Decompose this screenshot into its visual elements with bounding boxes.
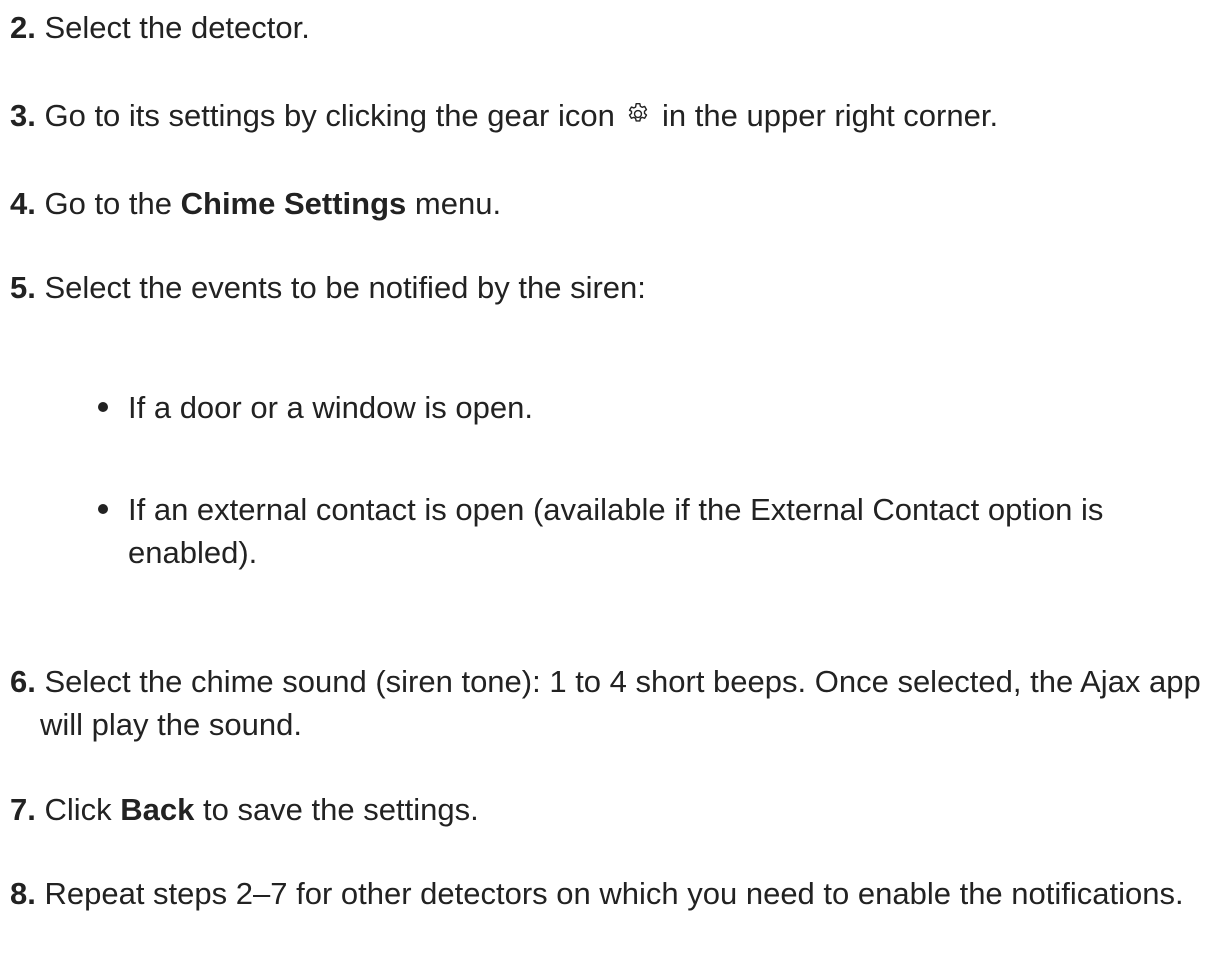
- step-text: Select the detector.: [35, 10, 310, 45]
- step-text: Select the events to be notified by the …: [35, 270, 646, 305]
- step-text-before: Go to the: [35, 186, 181, 221]
- step-text: Select the chime sound (siren tone): 1 t…: [35, 664, 1201, 742]
- bullet-dot: [98, 402, 108, 412]
- gear-icon: [625, 101, 651, 127]
- bullet-dot: [98, 504, 108, 514]
- step-text-after: in the upper right corner.: [653, 98, 999, 133]
- step-3: 3. Go to its settings by clicking the ge…: [10, 94, 1213, 137]
- step-number: 7.: [10, 792, 36, 827]
- step-text: Repeat steps 2–7 for other detectors on …: [35, 876, 1184, 911]
- step-text-after: menu.: [406, 186, 502, 221]
- step-text-before: Go to its settings by clicking the gear …: [35, 98, 624, 133]
- step-4: 4. Go to the Chime Settings menu.: [10, 182, 1213, 225]
- back-button-name: Back: [120, 792, 195, 827]
- step-number: 2.: [10, 10, 36, 45]
- step-number: 5.: [10, 270, 36, 305]
- list-item-text: If a door or a window is open.: [128, 390, 533, 425]
- list-item: If a door or a window is open.: [98, 386, 1213, 429]
- list-item: If an external contact is open (availabl…: [98, 488, 1213, 574]
- step-7: 7. Click Back to save the settings.: [10, 788, 1213, 831]
- step-text-after: to save the settings.: [194, 792, 479, 827]
- step-6: 6. Select the chime sound (siren tone): …: [10, 660, 1213, 746]
- chime-settings-menu-name: Chime Settings: [180, 186, 407, 221]
- step-number: 3.: [10, 98, 36, 133]
- step-5: 5. Select the events to be notified by t…: [10, 266, 1213, 309]
- instructions-document: 2. Select the detector. 3. Go to its set…: [0, 0, 1223, 953]
- step-text-before: Click: [35, 792, 121, 827]
- step-2: 2. Select the detector.: [10, 6, 1213, 49]
- step-number: 8.: [10, 876, 36, 911]
- list-item-text: If an external contact is open (availabl…: [128, 492, 1104, 570]
- step-8: 8. Repeat steps 2–7 for other detectors …: [10, 872, 1213, 915]
- step-number: 4.: [10, 186, 36, 221]
- step-number: 6.: [10, 664, 36, 699]
